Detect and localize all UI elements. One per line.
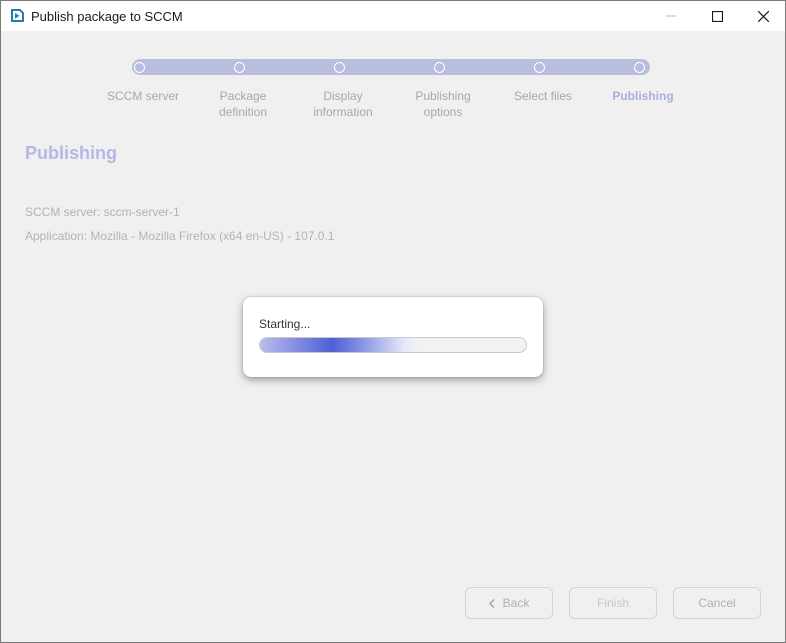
step-label-publishing-options: Publishing options xyxy=(415,89,471,119)
title-bar[interactable]: Publish package to SCCM xyxy=(1,1,785,31)
finish-button-label: Finish xyxy=(596,596,629,610)
wizard-content: SCCM server Package definition Display i… xyxy=(1,31,785,642)
step-label-package-definition: Package definition xyxy=(218,89,268,119)
progress-bar xyxy=(259,337,527,353)
step-dot-sccm-server xyxy=(134,62,145,73)
cancel-button-label: Cancel xyxy=(698,596,736,610)
application-info: Application: Mozilla - Mozilla Firefox (… xyxy=(25,229,335,243)
step-dot-package-definition xyxy=(234,62,245,73)
step-label-select-files: Select files xyxy=(513,89,573,103)
progress-status: Starting... xyxy=(259,317,311,331)
progress-dialog: Starting... xyxy=(243,297,543,377)
step-label-publishing: Publishing xyxy=(612,89,674,103)
step-dot-publishing-options xyxy=(434,62,445,73)
close-icon xyxy=(757,10,769,22)
publish-app-icon xyxy=(11,9,24,22)
step-label-sccm-server: SCCM server xyxy=(106,89,179,103)
back-button-label: Back xyxy=(502,596,530,610)
finish-button[interactable]: Finish xyxy=(569,587,657,619)
step-dot-publishing xyxy=(634,62,645,73)
close-button[interactable] xyxy=(740,1,785,31)
step-label-display-information: Display information xyxy=(313,89,373,119)
window-title: Publish package to SCCM xyxy=(31,9,183,24)
step-dot-select-files xyxy=(534,62,545,73)
minimize-button[interactable] xyxy=(648,1,694,31)
stepper-track xyxy=(132,59,650,75)
minimize-icon xyxy=(666,15,676,17)
step-dot-display-information xyxy=(334,62,345,73)
page-heading: Publishing xyxy=(25,143,117,163)
server-info: SCCM server: sccm-server-1 xyxy=(25,205,180,219)
maximize-button[interactable] xyxy=(694,1,740,31)
maximize-icon xyxy=(711,10,723,22)
publish-window: Publish package to SCCM SCCM server Pack… xyxy=(0,0,786,643)
cancel-button[interactable]: Cancel xyxy=(673,587,761,619)
back-button[interactable]: Back xyxy=(465,587,553,619)
progress-fill xyxy=(260,338,420,352)
chevron-left-icon xyxy=(488,598,495,608)
